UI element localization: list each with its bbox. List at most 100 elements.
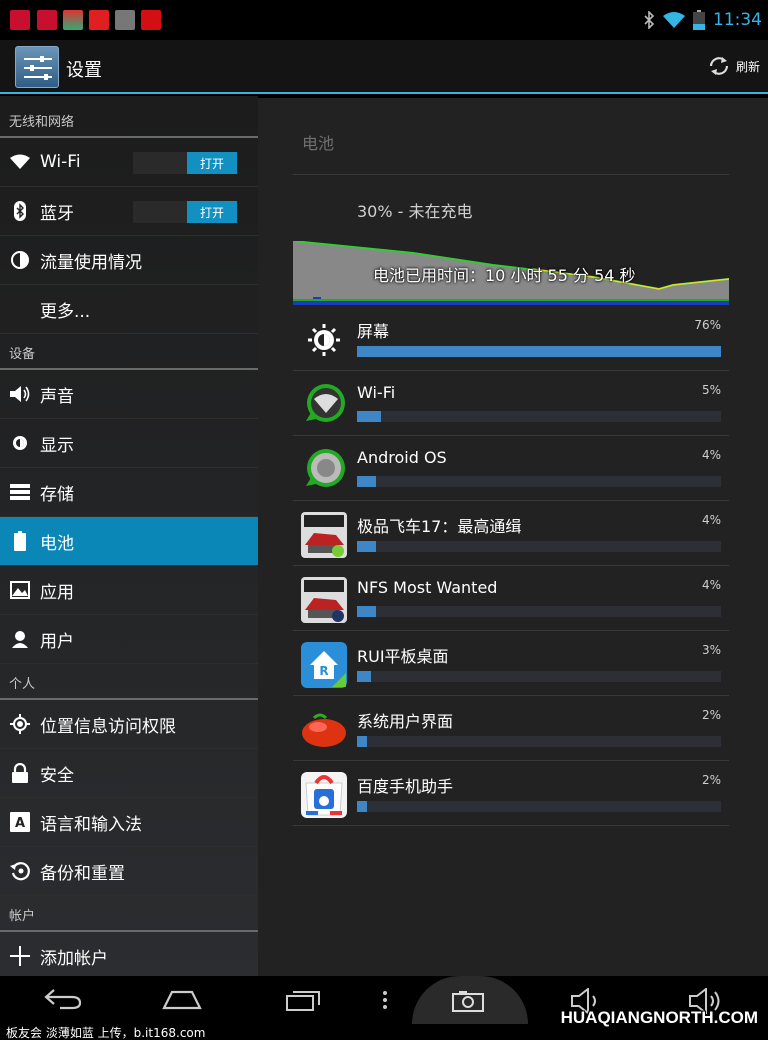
list-item[interactable]: R RUI平板桌面 3%	[293, 631, 729, 696]
netease-icon[interactable]	[89, 10, 109, 30]
app-percent: 76%	[694, 318, 721, 332]
svg-text:A: A	[15, 816, 25, 831]
list-item[interactable]: 屏幕 76%	[293, 306, 729, 371]
battery-usage-time: 电池已用时间：10 小时 55 分 54 秒	[373, 266, 636, 285]
usage-bar-fill	[357, 736, 367, 747]
data-usage-icon	[0, 251, 40, 269]
sidebar-item-battery[interactable]: 电池	[0, 517, 258, 566]
usage-bar	[357, 606, 721, 617]
app-percent: 4%	[701, 448, 721, 462]
usage-bar	[357, 346, 721, 357]
usage-bar-fill	[357, 346, 721, 357]
menu-button[interactable]	[382, 990, 388, 1014]
sidebar-item-location[interactable]: 位置信息访问权限	[0, 700, 258, 749]
app-percent: 5%	[701, 383, 721, 397]
back-icon	[44, 989, 82, 1010]
user-icon	[0, 630, 40, 648]
battery-status: 30% - 未在充电	[357, 202, 473, 221]
shop-icon[interactable]	[141, 10, 161, 30]
apps-icon	[0, 581, 40, 599]
usage-bar	[357, 476, 721, 487]
status-bar: 11:34	[0, 0, 768, 40]
baidu-assistant-icon	[300, 771, 348, 819]
wifi-toggle[interactable]: 打开	[133, 152, 237, 174]
sidebar-item-data-usage[interactable]: 流量使用情况	[0, 236, 258, 285]
bluetooth-toggle-on: 打开	[187, 201, 237, 223]
screen-brightness-icon	[300, 316, 348, 364]
recent-apps-icon	[286, 991, 320, 1011]
sidebar-item-backup[interactable]: 备份和重置	[0, 847, 258, 896]
sidebar-item-label: 流量使用情况	[40, 252, 142, 273]
sidebar-item-label: 电池	[40, 533, 74, 554]
wifi-app-icon	[300, 381, 348, 429]
sidebar-item-label: 位置信息访问权限	[40, 716, 176, 737]
wifi-toggle-on: 打开	[187, 152, 237, 174]
sidebar-item-more[interactable]: 更多...	[0, 285, 258, 334]
usage-bar	[357, 541, 721, 552]
sidebar-item-display[interactable]: 显示	[0, 419, 258, 468]
news-icon[interactable]	[10, 10, 30, 30]
news-icon[interactable]	[37, 10, 57, 30]
list-item[interactable]: 系统用户界面 2%	[293, 696, 729, 761]
sidebar-item-storage[interactable]: 存储	[0, 468, 258, 517]
settings-app-icon[interactable]	[15, 46, 59, 88]
app-percent: 4%	[701, 578, 721, 592]
footer-watermark: 板友会 淡薄如蓝 上传，b.it168.com HUAQIANGNORTH.CO…	[0, 1008, 768, 1040]
list-item[interactable]: NFS Most Wanted 4%	[293, 566, 729, 631]
home-button[interactable]	[162, 990, 202, 1014]
list-item[interactable]: 极品飞车17：最高通缉 4%	[293, 501, 729, 566]
sidebar-item-label: 蓝牙	[40, 203, 74, 224]
sidebar-item-bluetooth[interactable]: 蓝牙 打开	[0, 187, 258, 236]
battery-panel: 电池 30% - 未在充电 电池已用时间：10 小时 55 分 54 秒 屏幕 …	[258, 98, 768, 976]
bluetooth-toggle[interactable]: 打开	[133, 201, 237, 223]
sidebar-item-sound[interactable]: 声音	[0, 370, 258, 419]
sidebar-item-label: 更多...	[40, 301, 91, 322]
app-name: Wi-Fi	[357, 383, 396, 402]
image-icon[interactable]	[115, 10, 135, 30]
upload-credit: 板友会 淡薄如蓝 上传，b.it168.com	[6, 1026, 206, 1040]
battery-usage-list: 屏幕 76% Wi-Fi 5% Android OS 4% 极品飞车17：最高通…	[293, 306, 729, 826]
sidebar-item-label: 应用	[40, 582, 74, 603]
list-item[interactable]: Android OS 4%	[293, 436, 729, 501]
storage-icon	[0, 484, 40, 500]
action-bar: 设置 刷新	[0, 40, 768, 94]
usage-bar-fill	[357, 541, 377, 552]
usage-bar-fill	[357, 476, 377, 487]
location-icon	[0, 714, 40, 734]
sidebar-item-add-account[interactable]: 添加帐户	[0, 932, 258, 976]
wifi-status-icon	[663, 12, 685, 28]
list-item[interactable]: Wi-Fi 5%	[293, 371, 729, 436]
clock: 11:34	[713, 10, 762, 30]
add-icon	[0, 946, 40, 966]
sidebar-item-security[interactable]: 安全	[0, 749, 258, 798]
app-percent: 2%	[701, 773, 721, 787]
svg-text:R: R	[319, 664, 328, 678]
system-ui-icon	[300, 706, 348, 754]
back-button[interactable]	[44, 986, 82, 1016]
bluetooth-icon	[0, 201, 40, 221]
usage-bar-fill	[357, 411, 381, 422]
page-title: 设置	[66, 60, 102, 81]
app-name: Android OS	[357, 448, 447, 467]
sidebar-item-wifi[interactable]: Wi-Fi 打开	[0, 138, 258, 187]
app-name: NFS Most Wanted	[357, 578, 498, 597]
backup-icon	[0, 861, 40, 881]
sidebar-item-label: 添加帐户	[40, 948, 108, 969]
app-percent: 4%	[701, 513, 721, 527]
section-header-device: 设备	[0, 334, 258, 370]
recent-apps-button[interactable]	[285, 988, 323, 1016]
refresh-button[interactable]: 刷新	[707, 54, 760, 78]
sidebar-item-apps[interactable]: 应用	[0, 566, 258, 615]
sidebar-item-label: 安全	[40, 765, 74, 786]
screenshot-button[interactable]	[412, 976, 528, 1024]
android-os-icon	[300, 446, 348, 494]
weather-icon[interactable]	[63, 10, 83, 30]
sidebar-item-language[interactable]: A 语言和输入法	[0, 798, 258, 847]
app-percent: 3%	[701, 643, 721, 657]
section-header-personal: 个人	[0, 664, 258, 700]
sidebar-item-label: Wi-Fi	[40, 152, 81, 172]
sidebar-item-users[interactable]: 用户	[0, 615, 258, 664]
battery-status-icon	[693, 10, 705, 30]
sidebar-item-label: 备份和重置	[40, 863, 125, 884]
list-item[interactable]: 百度手机助手 2%	[293, 761, 729, 826]
